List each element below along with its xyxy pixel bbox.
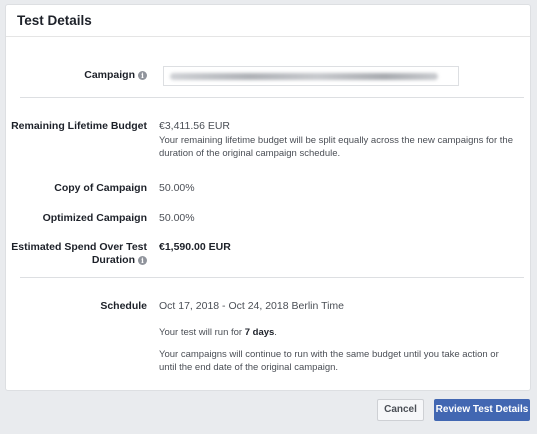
divider [20,277,524,278]
remaining-budget-value: €3,411.56 EUR [159,120,231,132]
redacted-campaign-name [170,73,438,80]
card-header: Test Details [6,5,530,37]
schedule-label: Schedule [100,300,147,312]
info-icon[interactable]: i [138,256,147,265]
campaign-name-field [163,66,459,86]
remaining-budget-label: Remaining Lifetime Budget [11,120,147,132]
schedule-value: Oct 17, 2018 - Oct 24, 2018 Berlin Time [159,300,345,312]
remaining-budget-note: Your remaining lifetime budget will be s… [159,135,513,159]
optimized-campaign-label: Optimized Campaign [42,212,147,224]
continue-note: Your campaigns will continue to run with… [159,349,499,373]
review-test-details-button[interactable]: Review Test Details [434,399,530,421]
copy-campaign-value: 50.00% [159,182,195,194]
optimized-campaign-value: 50.00% [159,212,195,224]
estimated-spend-label: Estimated Spend Over Test Duration i [11,241,147,266]
test-duration-days: 7 days [244,327,275,338]
copy-campaign-label: Copy of Campaign [54,182,147,194]
divider [20,97,524,98]
test-details-card: Test Details Campaign i Remaining Lifetim… [5,4,531,391]
info-icon[interactable]: i [138,71,147,80]
card-title: Test Details [17,13,92,28]
test-duration-note: Your test will run for 7 days. [159,327,277,338]
estimated-spend-value: €1,590.00 EUR [159,241,231,253]
campaign-label: Campaign i [84,69,147,82]
cancel-button[interactable]: Cancel [377,399,424,421]
